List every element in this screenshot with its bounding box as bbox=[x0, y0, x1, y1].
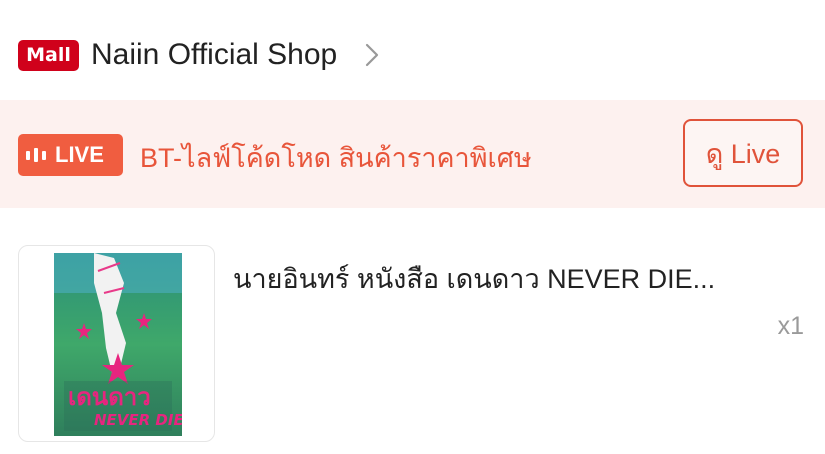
shop-name[interactable]: Naiin Official Shop bbox=[91, 38, 337, 72]
product-item[interactable]: เดนดาว NEVER DIE นายอินทร์ หนังสือ เดนดา… bbox=[18, 245, 808, 445]
product-quantity: x1 bbox=[777, 312, 804, 340]
mall-badge: Mall bbox=[18, 39, 79, 71]
live-badge: LIVE bbox=[18, 134, 123, 176]
chevron-right-icon[interactable] bbox=[361, 40, 383, 70]
svg-text:NEVER DIE: NEVER DIE bbox=[94, 411, 182, 429]
product-thumbnail[interactable]: เดนดาว NEVER DIE bbox=[18, 245, 215, 442]
shop-header[interactable]: Mall Naiin Official Shop bbox=[18, 30, 808, 80]
watch-live-button[interactable]: ดู Live bbox=[683, 119, 803, 187]
live-promo-text: BT-ไลฟ์โค้ดโหด สินค้าราคาพิเศษ bbox=[140, 143, 532, 173]
live-banner[interactable]: LIVE BT-ไลฟ์โค้ดโหด สินค้าราคาพิเศษ ดู L… bbox=[0, 100, 825, 208]
live-bars-icon bbox=[26, 148, 46, 162]
svg-text:เดนดาว: เดนดาว bbox=[68, 383, 151, 411]
live-badge-label: LIVE bbox=[55, 142, 104, 167]
product-title[interactable]: นายอินทร์ หนังสือ เดนดาว NEVER DIE... bbox=[233, 257, 803, 300]
book-cover-image: เดนดาว NEVER DIE bbox=[54, 253, 182, 436]
